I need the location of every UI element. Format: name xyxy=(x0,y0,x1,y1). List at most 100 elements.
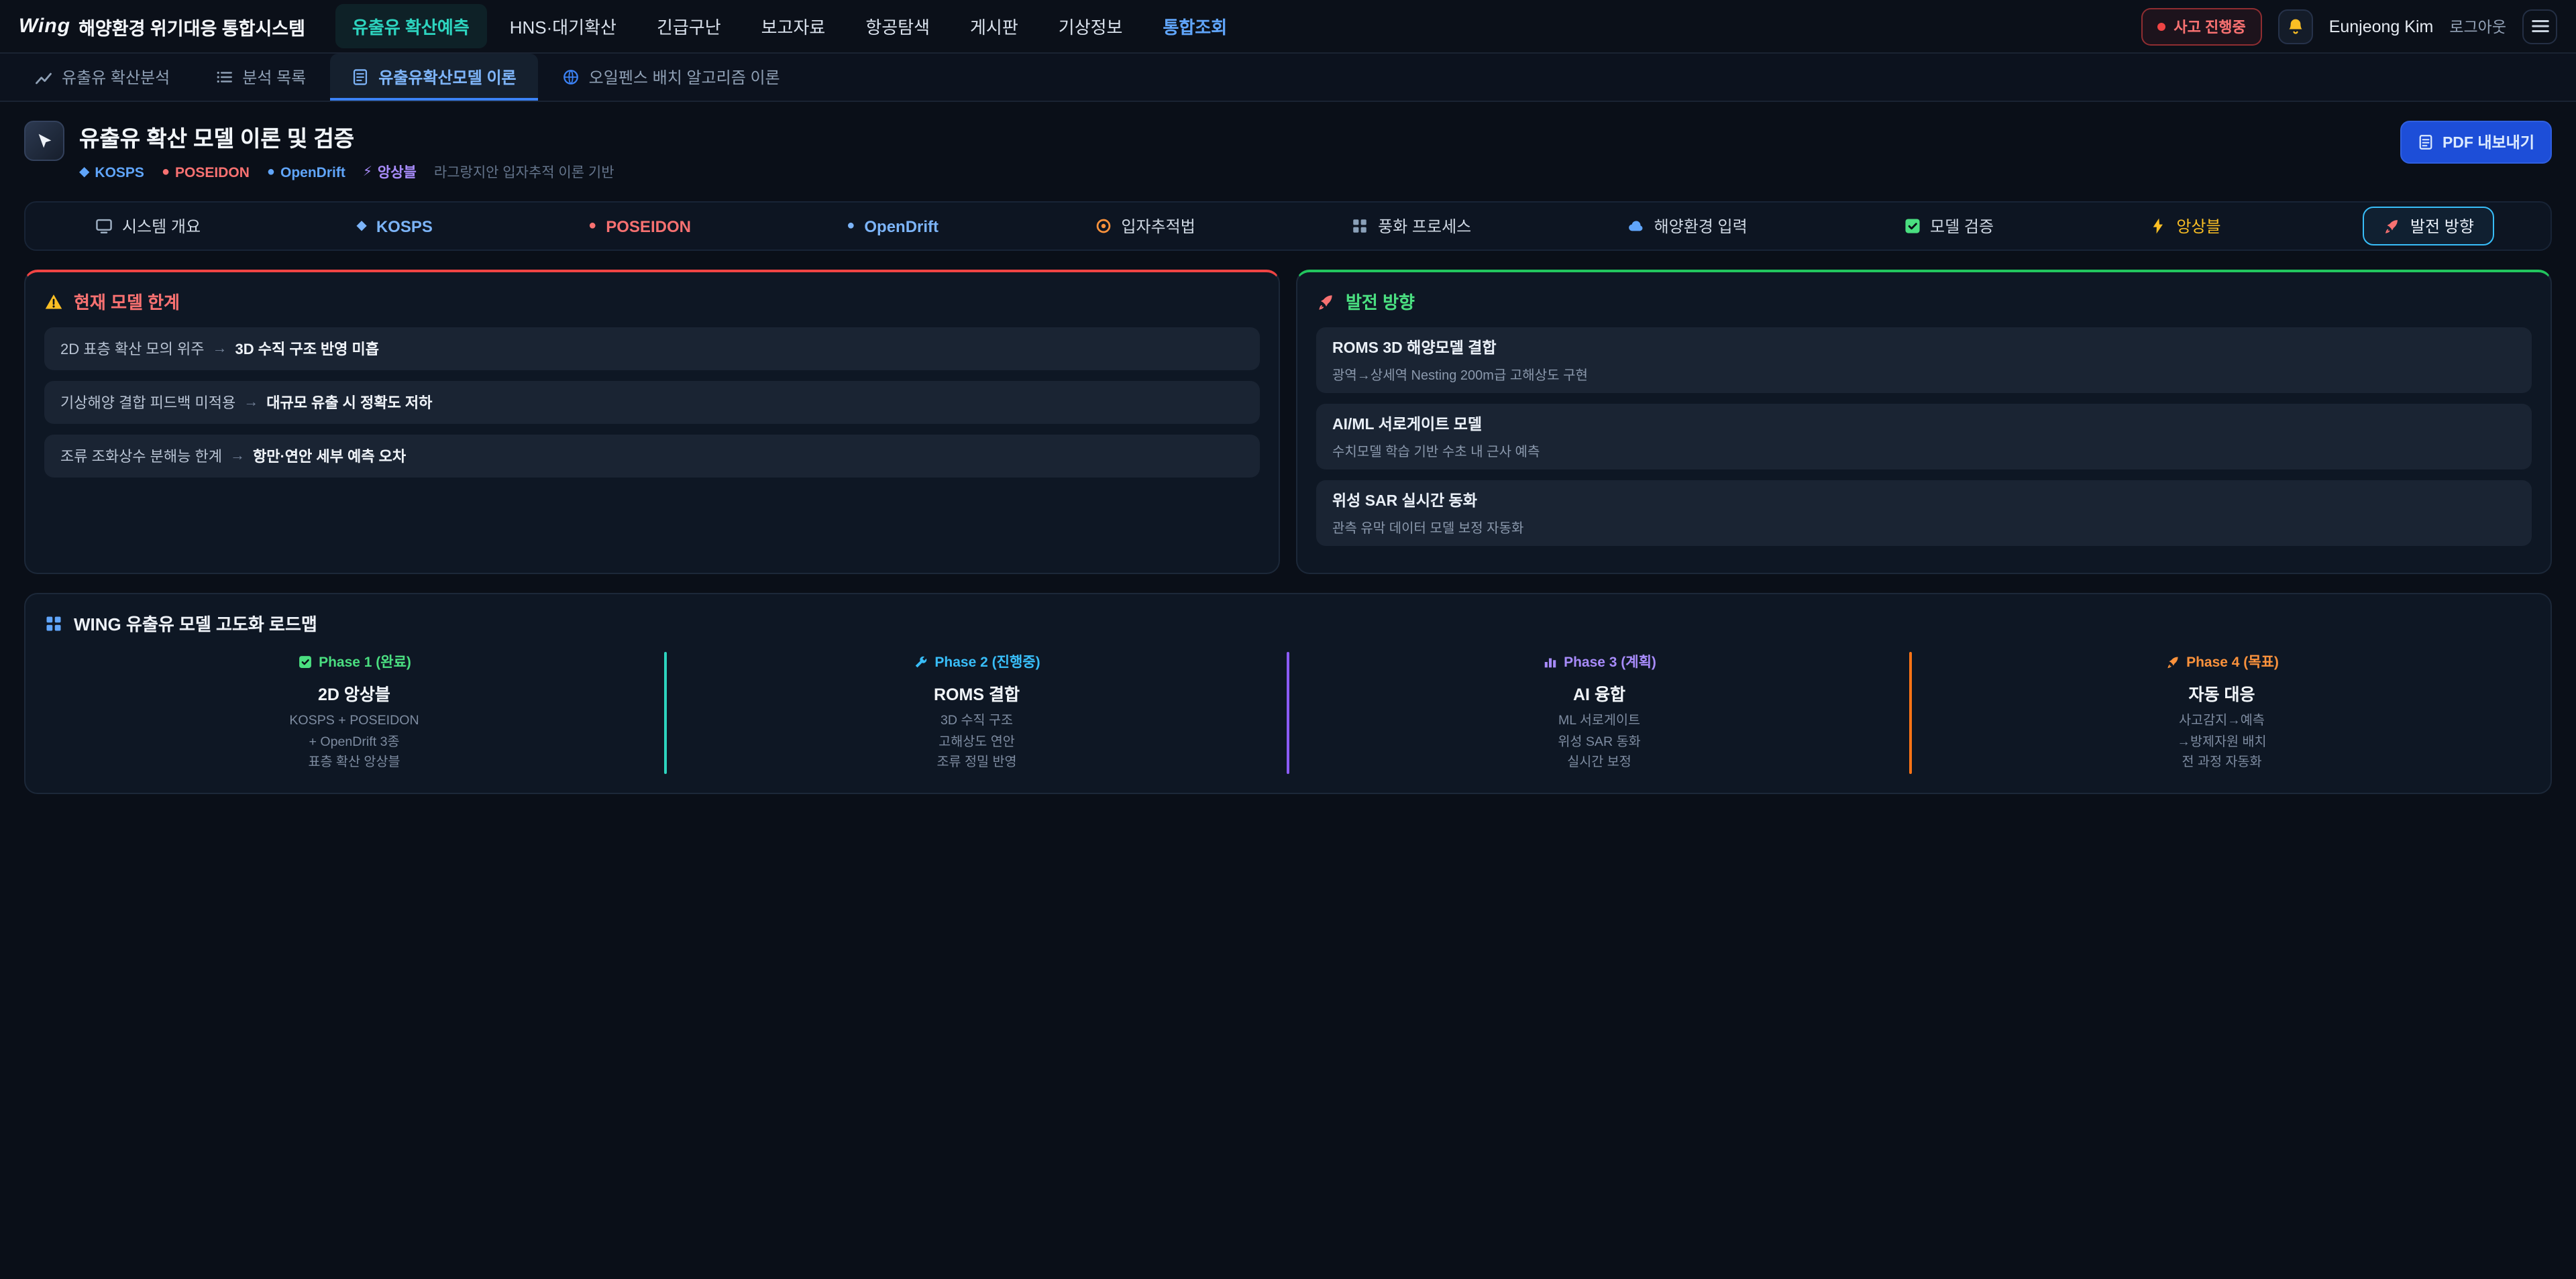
badge-opendrift: ● OpenDrift xyxy=(267,164,345,180)
nav-item-integrated-search[interactable]: 통합조회 xyxy=(1145,4,1244,48)
badge-label: 앙상블 xyxy=(378,162,417,182)
phase-detail: KOSPS + POSEIDON xyxy=(44,711,664,732)
incident-status-label: 사고 진행중 xyxy=(2174,15,2245,37)
future-item-desc: 광역→상세역 Nesting 200m급 고해상도 구현 xyxy=(1332,364,2516,384)
page-header: 유출유 확산 모델 이론 및 검증 ◆ KOSPS ● POSEIDON ● O… xyxy=(0,102,2576,199)
nav-item-reports[interactable]: 보고자료 xyxy=(744,4,843,48)
roadmap-phase-3: Phase 3 (계획) AI 융합 ML 서로게이트 위성 SAR 동화 실시… xyxy=(1289,652,1909,774)
phase-badge: Phase 3 (계획) xyxy=(1289,652,1909,672)
roadmap-phase-2: Phase 2 (진행중) ROMS 결합 3D 수직 구조 고해상도 연안 조… xyxy=(667,652,1287,774)
limits-panel-title: 현재 모델 한계 xyxy=(74,288,180,314)
page-subtitle: 라그랑지안 입자추적 이론 기반 xyxy=(434,162,614,182)
badge-ensemble: ⚡ 앙상블 xyxy=(363,162,417,182)
phase-badge: Phase 2 (진행중) xyxy=(667,652,1287,672)
particle-target-icon xyxy=(1094,217,1112,235)
nav-item-hns-air-diffusion[interactable]: HNS·대기확산 xyxy=(492,4,634,48)
nav-item-board[interactable]: 게시판 xyxy=(953,4,1036,48)
phase-detail: 실시간 보정 xyxy=(1289,753,1909,774)
future-panel-title: 발전 방향 xyxy=(1346,288,1415,314)
bell-icon xyxy=(2286,17,2305,36)
phase-badge-label: Phase 4 (목표) xyxy=(2186,652,2279,672)
future-item-desc: 수치모델 학습 기반 수초 내 근사 예측 xyxy=(1332,440,2516,460)
section-nav-particle-tracking[interactable]: 입자추적법 xyxy=(1081,207,1208,245)
limitation-cause: 기상해양 결합 피드백 미적용 xyxy=(60,392,235,413)
nav-item-weather-info[interactable]: 기상정보 xyxy=(1041,4,1140,48)
section-nav-kosps[interactable]: ◆ KOSPS xyxy=(343,209,445,243)
cursor-pointer-icon xyxy=(34,131,54,151)
topnav-right-cluster: 사고 진행중 Eunjeong Kim 로그아웃 xyxy=(2141,7,2557,45)
section-nav-system-overview[interactable]: 시스템 개요 xyxy=(82,207,214,245)
circle-icon: ● xyxy=(847,219,855,233)
pdf-button-label: PDF 내보내기 xyxy=(2443,131,2534,153)
pdf-export-button[interactable]: PDF 내보내기 xyxy=(2401,121,2552,164)
limitation-effect: 항만·연안 세부 예측 오차 xyxy=(253,445,406,467)
tab-model-theory[interactable]: 유출유확산모델 이론 xyxy=(330,54,537,101)
phase-badge-label: Phase 3 (계획) xyxy=(1564,652,1656,672)
limitation-item: 기상해양 결합 피드백 미적용 → 대규모 유출 시 정확도 저하 xyxy=(44,381,1260,424)
section-nav-future-direction[interactable]: 발전 방향 xyxy=(2363,207,2494,245)
badge-label: KOSPS xyxy=(95,164,144,180)
future-panel-header: 발전 방향 xyxy=(1316,288,2532,314)
section-nav-poseidon[interactable]: ● POSEIDON xyxy=(575,209,704,243)
phase-badge-label: Phase 1 (완료) xyxy=(319,652,411,672)
roadmap-header: WING 유출유 모델 고도화 로드맵 xyxy=(44,610,2532,636)
roadmap-phase-1: Phase 1 (완료) 2D 앙상블 KOSPS + POSEIDON + O… xyxy=(44,652,664,774)
future-item-desc: 관측 유막 데이터 모델 보정 자동화 xyxy=(1332,516,2516,537)
phase-detail: →방제자원 배치 xyxy=(1912,732,2532,753)
nav-item-oil-spill-forecast[interactable]: 유출유 확산예측 xyxy=(335,4,487,48)
section-nav-label: 입자추적법 xyxy=(1121,215,1195,237)
bar-chart-icon xyxy=(1542,655,1557,669)
main-menu: 유출유 확산예측 HNS·대기확산 긴급구난 보고자료 항공탐색 게시판 기상정… xyxy=(335,4,1244,48)
notifications-button[interactable] xyxy=(2278,9,2313,44)
phase-detail: 조류 정밀 반영 xyxy=(667,753,1287,774)
menu-button[interactable] xyxy=(2522,9,2557,44)
tab-spill-analysis[interactable]: 유출유 확산분석 xyxy=(13,54,191,101)
circle-icon: ● xyxy=(588,219,596,233)
section-nav-label: 모델 검증 xyxy=(1930,215,1994,237)
section-nav-weathering-process[interactable]: 풍화 프로세스 xyxy=(1338,207,1485,245)
logo-mark: Wing xyxy=(19,15,70,38)
phase-badge: Phase 1 (완료) xyxy=(44,652,664,672)
arrow-icon: → xyxy=(213,341,227,357)
nav-item-aerial-search[interactable]: 항공탐색 xyxy=(848,4,947,48)
user-name: Eunjeong Kim xyxy=(2329,17,2434,36)
page-header-text: 유출유 확산 모델 이론 및 검증 ◆ KOSPS ● POSEIDON ● O… xyxy=(79,121,614,182)
diamond-icon: ◆ xyxy=(79,165,89,180)
tab-boom-algorithm-theory[interactable]: 오일펜스 배치 알고리즘 이론 xyxy=(541,54,802,101)
section-nav-label: KOSPS xyxy=(376,217,433,235)
section-nav-opendrift[interactable]: ● OpenDrift xyxy=(833,209,952,243)
phase-detail: 전 과정 자동화 xyxy=(1912,753,2532,774)
grid-icon xyxy=(44,614,63,632)
phase-badge: Phase 4 (목표) xyxy=(1912,652,2532,672)
badge-label: OpenDrift xyxy=(280,164,345,180)
phase-detail: 고해상도 연안 xyxy=(667,732,1287,753)
section-nav-ocean-environment-input[interactable]: 해양환경 입력 xyxy=(1614,207,1761,245)
roadmap-panel: WING 유출유 모델 고도화 로드맵 Phase 1 (완료) 2D 앙상블 … xyxy=(24,593,2552,794)
top-navigation-bar: Wing 해양환경 위기대응 통합시스템 유출유 확산예측 HNS·대기확산 긴… xyxy=(0,0,2576,54)
hamburger-icon xyxy=(2530,16,2550,36)
document-icon xyxy=(352,68,369,86)
phase-title: 자동 대응 xyxy=(1912,680,2532,706)
phase-detail: ML 서로게이트 xyxy=(1289,711,1909,732)
rocket-icon xyxy=(2383,217,2401,235)
nav-item-emergency-rescue[interactable]: 긴급구난 xyxy=(639,4,739,48)
future-item-title: ROMS 3D 해양모델 결합 xyxy=(1332,337,2516,358)
incident-status-badge[interactable]: 사고 진행중 xyxy=(2141,7,2261,45)
circle-icon: ● xyxy=(267,165,275,180)
tab-analysis-list[interactable]: 분석 목록 xyxy=(194,54,327,101)
logout-button[interactable]: 로그아웃 xyxy=(2449,15,2506,37)
roadmap-timeline: Phase 1 (완료) 2D 앙상블 KOSPS + POSEIDON + O… xyxy=(44,652,2532,774)
roadmap-title: WING 유출유 모델 고도화 로드맵 xyxy=(74,610,317,636)
tab-label: 오일펜스 배치 알고리즘 이론 xyxy=(589,66,780,89)
warning-icon xyxy=(44,292,63,311)
section-nav-label: POSEIDON xyxy=(606,217,691,235)
roadmap-phase-4: Phase 4 (목표) 자동 대응 사고감지→예측 →방제자원 배치 전 과정… xyxy=(1912,652,2532,774)
phase-detail: 표층 확산 앙상블 xyxy=(44,753,664,774)
section-nav-model-validation[interactable]: 모델 검증 xyxy=(1890,207,2007,245)
arrow-icon: → xyxy=(244,394,258,410)
section-nav-ensemble[interactable]: 앙상블 xyxy=(2136,207,2234,245)
red-dot-icon xyxy=(2157,22,2165,30)
sub-tab-bar: 유출유 확산분석 분석 목록 유출유확산모델 이론 오일펜스 배치 알고리즘 이… xyxy=(0,54,2576,102)
limitation-item: 2D 표층 확산 모의 위주 → 3D 수직 구조 반영 미흡 xyxy=(44,327,1260,370)
app-logo[interactable]: Wing 해양환경 위기대응 통합시스템 xyxy=(19,13,305,40)
